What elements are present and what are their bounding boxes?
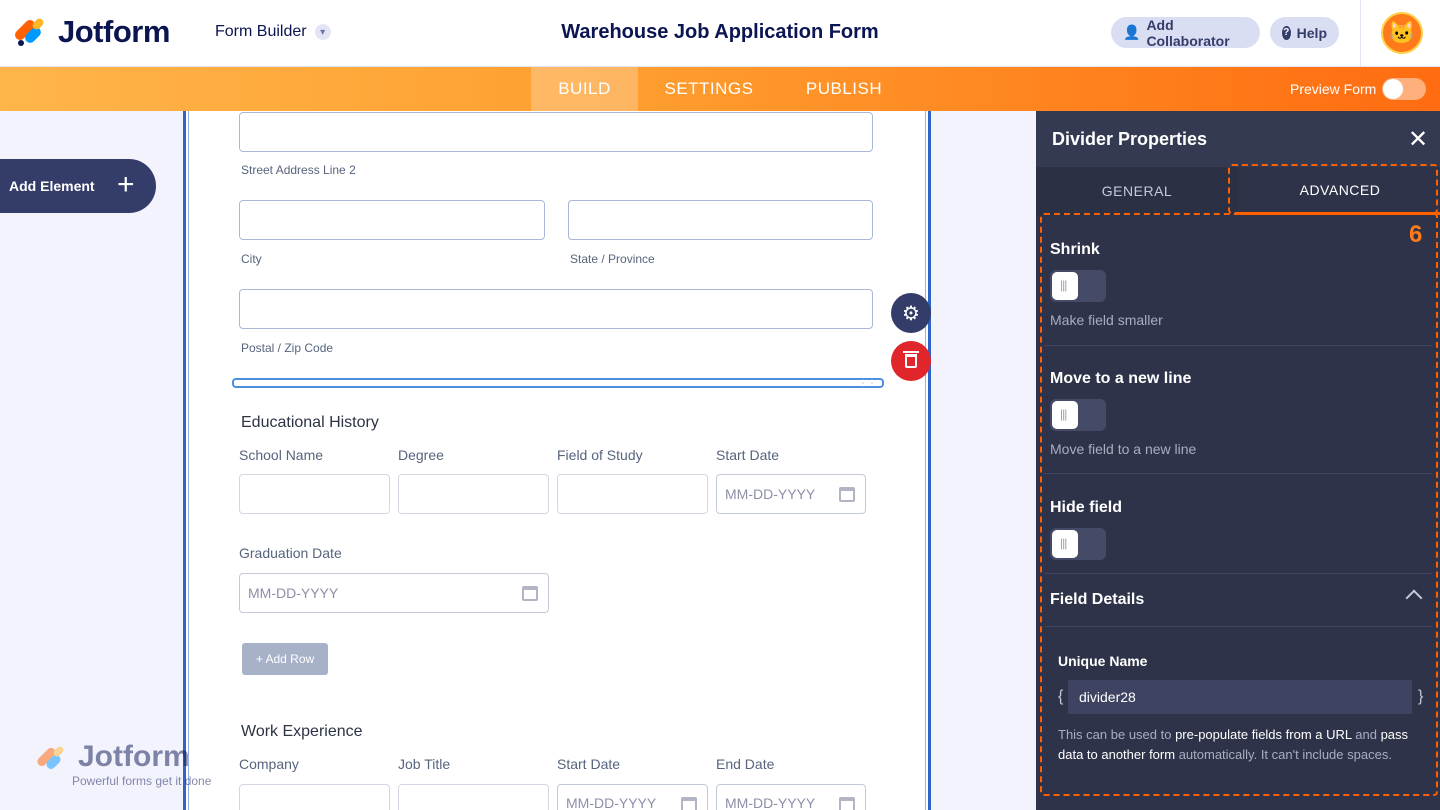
advanced-tab-highlight [1228, 164, 1438, 214]
end-date-column: End Date [716, 756, 775, 772]
company-input[interactable] [239, 784, 390, 810]
degree-column: Degree [398, 447, 444, 463]
state-label: State / Province [570, 252, 655, 266]
form-canvas: Street Address Line 2 City State / Provi… [183, 111, 931, 810]
jotform-logo[interactable]: Jotform [12, 14, 170, 50]
date-placeholder: MM-DD-YYYY [566, 795, 657, 810]
work-experience-heading: Work Experience [241, 723, 363, 740]
calendar-icon[interactable] [522, 586, 538, 601]
tab-build[interactable]: BUILD [531, 67, 638, 111]
help-button[interactable]: ? Help [1270, 17, 1339, 48]
add-collaborator-button[interactable]: 👤 Add Collaborator [1111, 16, 1260, 49]
form-builder-label: Form Builder [215, 23, 307, 40]
postal-code-label: Postal / Zip Code [241, 341, 334, 355]
logo-text: Jotform [58, 14, 170, 49]
postal-code-input[interactable] [239, 289, 873, 329]
tab-general[interactable]: GENERAL [1036, 167, 1238, 215]
gear-icon: ⚙ [902, 302, 920, 325]
add-collaborator-label: Add Collaborator [1146, 16, 1230, 49]
edu-start-date-input[interactable]: MM-DD-YYYY [716, 474, 866, 514]
calendar-icon[interactable] [839, 487, 855, 502]
question-icon: ? [1282, 25, 1291, 40]
graduation-date-input[interactable]: MM-DD-YYYY [239, 573, 549, 613]
selected-divider[interactable]: ⋮⋮ [232, 378, 884, 389]
header-divider [1360, 0, 1361, 67]
date-placeholder: MM-DD-YYYY [725, 795, 816, 810]
panel-header: Divider Properties ✕ [1036, 111, 1440, 167]
work-start-date-column: Start Date [557, 756, 621, 772]
field-of-study-column: Field of Study [557, 447, 643, 463]
calendar-icon[interactable] [681, 797, 697, 810]
cat-avatar-icon: 🐱 [1388, 20, 1416, 45]
work-start-date-input[interactable]: MM-DD-YYYY [557, 784, 708, 810]
top-header: Jotform Form Builder ▾ Warehouse Job App… [0, 0, 1440, 67]
add-element-button[interactable]: Add Element + [0, 159, 156, 213]
date-placeholder: MM-DD-YYYY [248, 585, 339, 601]
panel-title: Divider Properties [1052, 129, 1208, 149]
add-row-button[interactable]: + Add Row [242, 643, 328, 675]
street-address-line2-label: Street Address Line 2 [241, 163, 356, 177]
plus-icon: + [117, 168, 135, 201]
watermark-name: Jotform [78, 740, 190, 773]
graduation-date-label: Graduation Date [239, 545, 342, 561]
state-input[interactable] [568, 200, 873, 240]
tab-settings[interactable]: SETTINGS [646, 67, 772, 111]
avatar[interactable]: 🐱 [1381, 12, 1423, 54]
job-title-input[interactable] [398, 784, 549, 810]
company-column: Company [239, 756, 299, 772]
city-label: City [241, 252, 262, 266]
tab-publish[interactable]: PUBLISH [790, 67, 898, 111]
start-date-column: Start Date [716, 447, 780, 463]
add-element-label: Add Element [9, 178, 95, 194]
school-name-column: School Name [239, 447, 324, 463]
city-input[interactable] [239, 200, 545, 240]
step-number-badge: 6 [1409, 221, 1423, 248]
field-properties-button[interactable]: ⚙ [891, 293, 931, 333]
date-placeholder: MM-DD-YYYY [725, 486, 816, 502]
form-builder-dropdown[interactable]: Form Builder ▾ [215, 23, 331, 41]
end-date-input[interactable]: MM-DD-YYYY [716, 784, 866, 810]
jotform-logo-icon [12, 16, 46, 48]
jotform-watermark-icon [35, 745, 70, 778]
builder-nav: BUILD SETTINGS PUBLISH Preview Form [0, 67, 1440, 111]
degree-input[interactable] [398, 474, 549, 514]
street-address-line2-input[interactable] [239, 112, 873, 152]
education-heading: Educational History [241, 414, 379, 431]
preview-form-toggle[interactable] [1382, 78, 1426, 100]
chevron-down-icon: ▾ [314, 24, 331, 40]
watermark-tagline: Powerful forms get it done [72, 774, 212, 788]
trash-icon [903, 351, 919, 368]
help-label: Help [1296, 24, 1327, 41]
close-icon[interactable]: ✕ [1408, 125, 1428, 154]
school-name-input[interactable] [239, 474, 390, 514]
advanced-content-highlight [1040, 213, 1438, 796]
preview-form-label: Preview Form [1290, 81, 1377, 97]
delete-field-button[interactable] [891, 341, 931, 381]
user-plus-icon: 👤 [1123, 24, 1141, 40]
drag-handle-icon[interactable]: ⋮⋮ [858, 378, 877, 389]
job-title-column: Job Title [398, 756, 451, 772]
calendar-icon[interactable] [839, 797, 855, 810]
field-of-study-input[interactable] [557, 474, 708, 514]
